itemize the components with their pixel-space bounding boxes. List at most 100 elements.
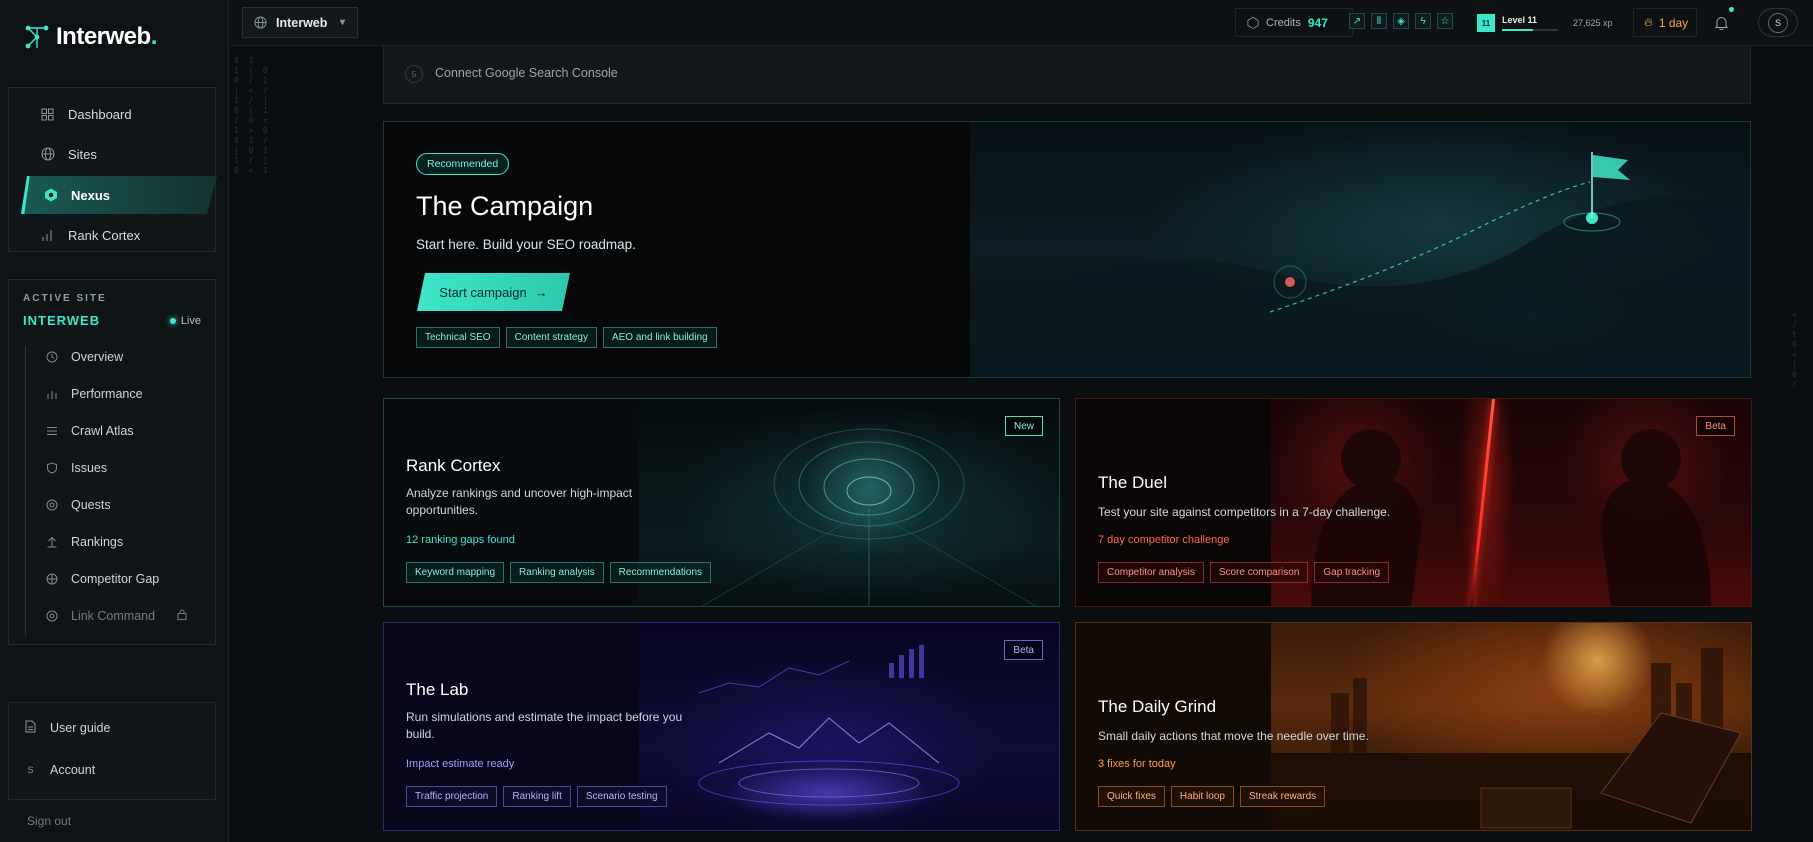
logo-icon	[25, 25, 49, 49]
nav-dashboard[interactable]: Dashboard	[18, 95, 208, 133]
bell-icon	[1714, 16, 1728, 30]
account-link[interactable]: S Account	[25, 755, 95, 785]
card-description: Analyze rankings and uncover high-impact…	[406, 486, 633, 517]
step-label: Connect Google Search Console	[435, 66, 618, 80]
matrix-decoration-right: < / t 0 < | 0 /	[1792, 310, 1797, 389]
main-nav: Dashboard Sites Nexus Rank Cortex	[8, 87, 216, 252]
site-switcher[interactable]: Interweb ▾	[242, 7, 358, 38]
campaign-tags: Technical SEO Content strategy AEO and l…	[416, 327, 717, 348]
campaign-subtitle: Start here. Build your SEO roadmap.	[416, 237, 636, 252]
nav-rail	[25, 346, 26, 636]
site-nav-overview[interactable]: Overview	[31, 342, 211, 372]
target-icon	[45, 610, 58, 623]
level-indicator[interactable]: 11 Level 11 27,625 xp	[1477, 10, 1613, 36]
duel-card[interactable]: Beta The Duel Test your site against com…	[1075, 398, 1752, 607]
card-title: The Lab	[406, 680, 469, 699]
streak-counter[interactable]: 🔥︎ 1 day	[1633, 8, 1697, 37]
tag: Gap tracking	[1314, 562, 1390, 583]
bars-icon[interactable]: ⫴	[1371, 13, 1387, 29]
bolt-icon[interactable]: ϟ	[1415, 13, 1431, 29]
beta-badge: Beta	[1004, 640, 1043, 660]
arrow-up-icon	[45, 536, 58, 549]
brain-icon[interactable]: ◈	[1393, 13, 1409, 29]
bar-chart-icon	[45, 388, 58, 401]
xp-value: 27,625 xp	[1573, 18, 1613, 28]
list-icon	[45, 425, 58, 438]
tag: Keyword mapping	[406, 562, 505, 583]
site-nav-issues[interactable]: Issues	[31, 453, 211, 483]
site-nav-competitor-gap[interactable]: Competitor Gap	[31, 564, 211, 594]
clock-icon	[45, 351, 58, 364]
sign-out-link[interactable]: Sign out	[27, 814, 71, 828]
new-badge: New	[1004, 416, 1043, 436]
card-tags: Traffic projection Ranking lift Scenario…	[406, 786, 667, 807]
daily-grind-card[interactable]: The Daily Grind Small daily actions that…	[1075, 622, 1752, 831]
site-nav-performance[interactable]: Performance	[31, 379, 211, 409]
active-site-name: INTERWEB	[23, 313, 101, 328]
lab-illustration	[639, 623, 1059, 830]
notification-dot	[1729, 7, 1734, 12]
nav-label: Rank Cortex	[68, 227, 141, 243]
trend-icon[interactable]: ↗	[1349, 13, 1365, 29]
crosshair-icon	[45, 573, 58, 586]
user-menu[interactable]: S	[1758, 8, 1798, 37]
nav-label: Nexus	[71, 187, 111, 203]
campaign-card[interactable]: Recommended The Campaign Start here. Bui…	[383, 121, 1751, 378]
mountain-icon	[970, 152, 1750, 377]
sidebar: Interweb. Dashboard Sites Nexus Rank Cor…	[0, 0, 229, 842]
user-guide-link[interactable]: User guide	[25, 713, 110, 743]
site-nav-rankings[interactable]: Rankings	[31, 527, 211, 557]
flag-icon	[1593, 155, 1630, 180]
top-bar: Interweb ▾ Credits 947 ↗ ⫴ ◈ ϟ ☆ 11 Leve…	[230, 0, 1813, 46]
campaign-title: The Campaign	[416, 191, 594, 221]
account-avatar: S	[27, 765, 34, 775]
nav-nexus[interactable]: Nexus	[21, 176, 217, 214]
nav-rank-cortex[interactable]: Rank Cortex	[18, 216, 208, 254]
card-highlight: 7 day competitor challenge	[1098, 534, 1230, 546]
site-nav-crawl-atlas[interactable]: Crawl Atlas	[31, 416, 211, 446]
card-tags: Quick fixes Habit loop Streak rewards	[1098, 786, 1326, 807]
live-status: Live	[169, 315, 201, 327]
card-title: Rank Cortex	[406, 456, 501, 475]
tag: Traffic projection	[406, 786, 498, 807]
recommended-badge: Recommended	[416, 153, 510, 175]
quick-tools: ↗ ⫴ ◈ ϟ ☆	[1349, 13, 1453, 29]
sidebar-footer: User guide S Account	[8, 702, 216, 800]
app-name: Interweb.	[56, 23, 157, 50]
hexagon-icon	[43, 188, 58, 203]
site-nav-quests[interactable]: Quests	[31, 490, 211, 520]
card-tags: Keyword mapping Ranking analysis Recomme…	[406, 562, 712, 583]
sunset-city-illustration	[1271, 623, 1751, 830]
star-icon[interactable]: ☆	[1437, 13, 1453, 29]
start-campaign-button[interactable]: Start campaign →	[417, 273, 570, 311]
step-number: 5	[405, 65, 423, 83]
user-avatar: S	[1768, 12, 1788, 33]
card-highlight: 12 ranking gaps found	[406, 534, 515, 546]
nav-label: Dashboard	[68, 106, 132, 122]
tag: Quick fixes	[1098, 786, 1165, 807]
level-label: Level 11	[1502, 15, 1538, 25]
chevron-down-icon: ▾	[339, 17, 345, 28]
card-title: The Daily Grind	[1098, 697, 1217, 716]
credits-counter[interactable]: Credits 947	[1235, 8, 1353, 37]
active-site-label: ACTIVE SITE	[23, 293, 107, 304]
card-highlight: 3 fixes for today	[1098, 758, 1176, 770]
lab-card[interactable]: Beta The Lab Run simulations and estimat…	[383, 622, 1060, 831]
tag: Habit loop	[1170, 786, 1234, 807]
card-tags: Competitor analysis Score comparison Gap…	[1098, 562, 1390, 583]
beta-badge: Beta	[1696, 416, 1735, 436]
rank-cortex-card[interactable]: New Rank Cortex Analyze rankings and unc…	[383, 398, 1060, 607]
lock-icon	[177, 609, 187, 623]
card-title: The Duel	[1098, 473, 1167, 492]
matrix-decoration-left: 0 1 1 | 0 0 / 1 | < / 1 / | 0 | 1 / 0 < …	[234, 56, 268, 175]
tag: Score comparison	[1209, 562, 1309, 583]
level-progress-fill	[1502, 29, 1533, 31]
app-logo[interactable]: Interweb.	[24, 20, 157, 54]
site-nav-link-command[interactable]: Link Command	[31, 601, 211, 631]
nav-label: Sites	[68, 146, 97, 162]
tag: Recommendations	[609, 562, 712, 583]
connect-gsc-step[interactable]: 5 Connect Google Search Console	[383, 46, 1751, 104]
notifications-button[interactable]	[1708, 7, 1734, 36]
nav-sites[interactable]: Sites	[18, 135, 208, 173]
flame-icon: 🔥︎	[1644, 15, 1653, 29]
